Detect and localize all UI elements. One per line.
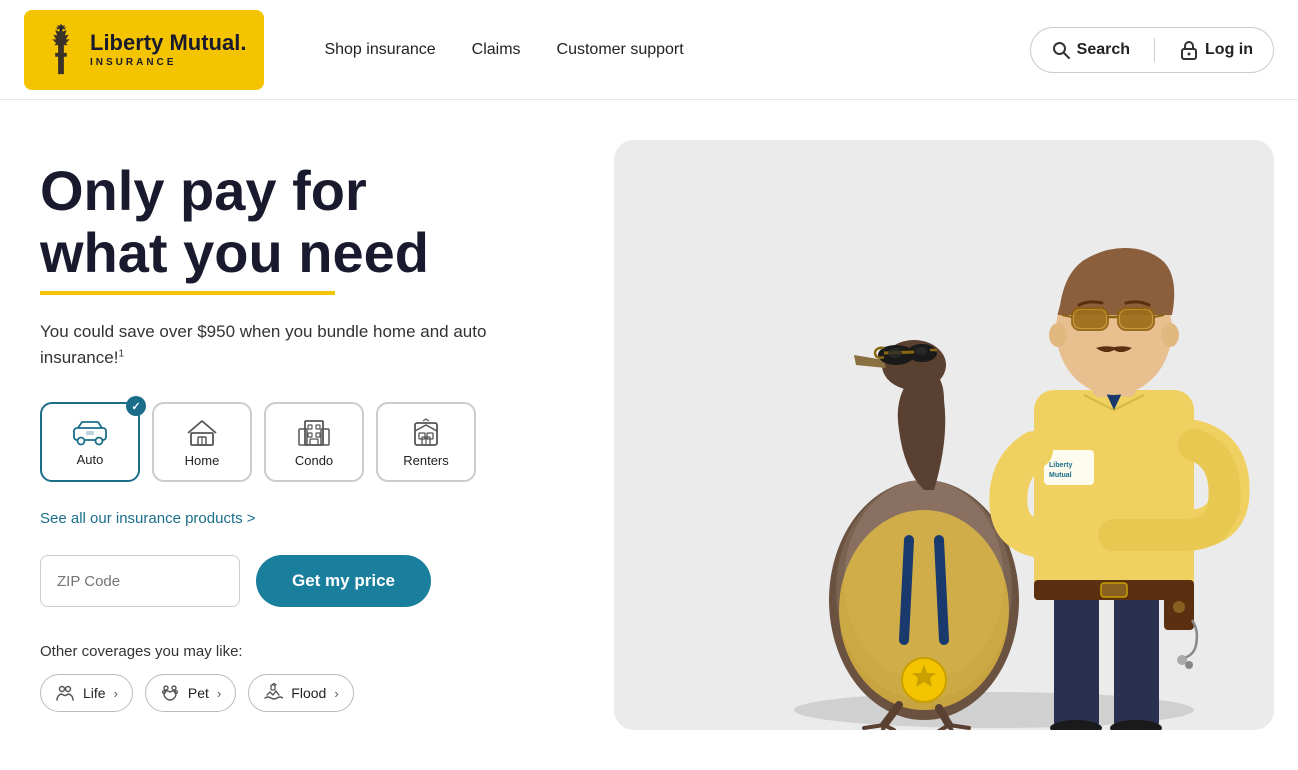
tab-home-label: Home bbox=[185, 453, 220, 468]
tab-home[interactable]: Home bbox=[152, 402, 252, 482]
life-pill-arrow: › bbox=[114, 686, 118, 701]
logo-text: Liberty Mutual. INSURANCE bbox=[90, 31, 246, 68]
search-icon bbox=[1051, 40, 1071, 60]
pet-pill-label: Pet bbox=[188, 685, 209, 701]
navbar: Liberty Mutual. INSURANCE Shop insurance… bbox=[0, 0, 1298, 100]
coverage-pills: Life › Pet › bbox=[40, 674, 610, 712]
login-label: Log in bbox=[1205, 41, 1253, 59]
insurance-tabs: Auto Home bbox=[40, 402, 610, 482]
zip-code-input[interactable] bbox=[40, 555, 240, 607]
hero-image: Liberty Mutual bbox=[614, 140, 1274, 730]
nav-links: Shop insurance Claims Customer support bbox=[324, 41, 1029, 59]
login-button[interactable]: Log in bbox=[1179, 39, 1253, 61]
coverage-pill-pet[interactable]: Pet › bbox=[145, 674, 236, 712]
hero-illustration: Liberty Mutual bbox=[614, 140, 1274, 730]
search-label: Search bbox=[1077, 41, 1130, 59]
svg-text:Liberty: Liberty bbox=[1049, 462, 1072, 469]
coverage-pill-life[interactable]: Life › bbox=[40, 674, 133, 712]
nav-customer-support[interactable]: Customer support bbox=[557, 41, 684, 59]
pet-icon bbox=[160, 683, 180, 703]
condo-icon bbox=[297, 417, 331, 447]
hero-image-wrap: Liberty Mutual bbox=[610, 140, 1274, 730]
nav-claims[interactable]: Claims bbox=[472, 41, 521, 59]
tab-auto[interactable]: Auto bbox=[40, 402, 140, 482]
flood-pill-arrow: › bbox=[334, 686, 338, 701]
tab-condo[interactable]: Condo bbox=[264, 402, 364, 482]
hero-title: Only pay for what you need bbox=[40, 160, 610, 283]
search-button[interactable]: Search bbox=[1051, 40, 1130, 60]
life-icon bbox=[55, 683, 75, 703]
zip-cta-row: Get my price bbox=[40, 555, 610, 607]
hero-title-underline bbox=[40, 291, 335, 295]
hero-content: Only pay for what you need You could sav… bbox=[40, 140, 610, 712]
auto-check-badge bbox=[126, 396, 146, 416]
life-pill-label: Life bbox=[83, 685, 106, 701]
renters-icon bbox=[409, 417, 443, 447]
coverage-pill-flood[interactable]: Flood › bbox=[248, 674, 353, 712]
logo-statue-icon bbox=[42, 24, 80, 76]
logo-main-text: Liberty Mutual. bbox=[90, 31, 246, 55]
tab-condo-label: Condo bbox=[295, 453, 333, 468]
nav-shop-insurance[interactable]: Shop insurance bbox=[324, 41, 435, 59]
logo[interactable]: Liberty Mutual. INSURANCE bbox=[24, 10, 264, 90]
flood-pill-label: Flood bbox=[291, 685, 326, 701]
tab-renters-label: Renters bbox=[403, 453, 449, 468]
flood-icon bbox=[263, 683, 283, 703]
pet-pill-arrow: › bbox=[217, 686, 221, 701]
tab-renters[interactable]: Renters bbox=[376, 402, 476, 482]
hero-subtitle: You could save over $950 when you bundle… bbox=[40, 319, 520, 370]
logo-sub-text: INSURANCE bbox=[90, 57, 246, 68]
svg-text:Mutual: Mutual bbox=[1049, 472, 1072, 479]
see-all-products-link[interactable]: See all our insurance products > bbox=[40, 510, 256, 527]
nav-actions[interactable]: Search Log in bbox=[1030, 27, 1274, 73]
get-price-button[interactable]: Get my price bbox=[256, 555, 431, 607]
tab-auto-label: Auto bbox=[77, 452, 104, 467]
auto-icon bbox=[72, 418, 108, 446]
other-coverages-label: Other coverages you may like: bbox=[40, 643, 610, 660]
home-icon bbox=[185, 417, 219, 447]
hero-section: Only pay for what you need You could sav… bbox=[0, 100, 1298, 770]
nav-divider bbox=[1154, 38, 1155, 62]
lock-icon bbox=[1179, 39, 1199, 61]
